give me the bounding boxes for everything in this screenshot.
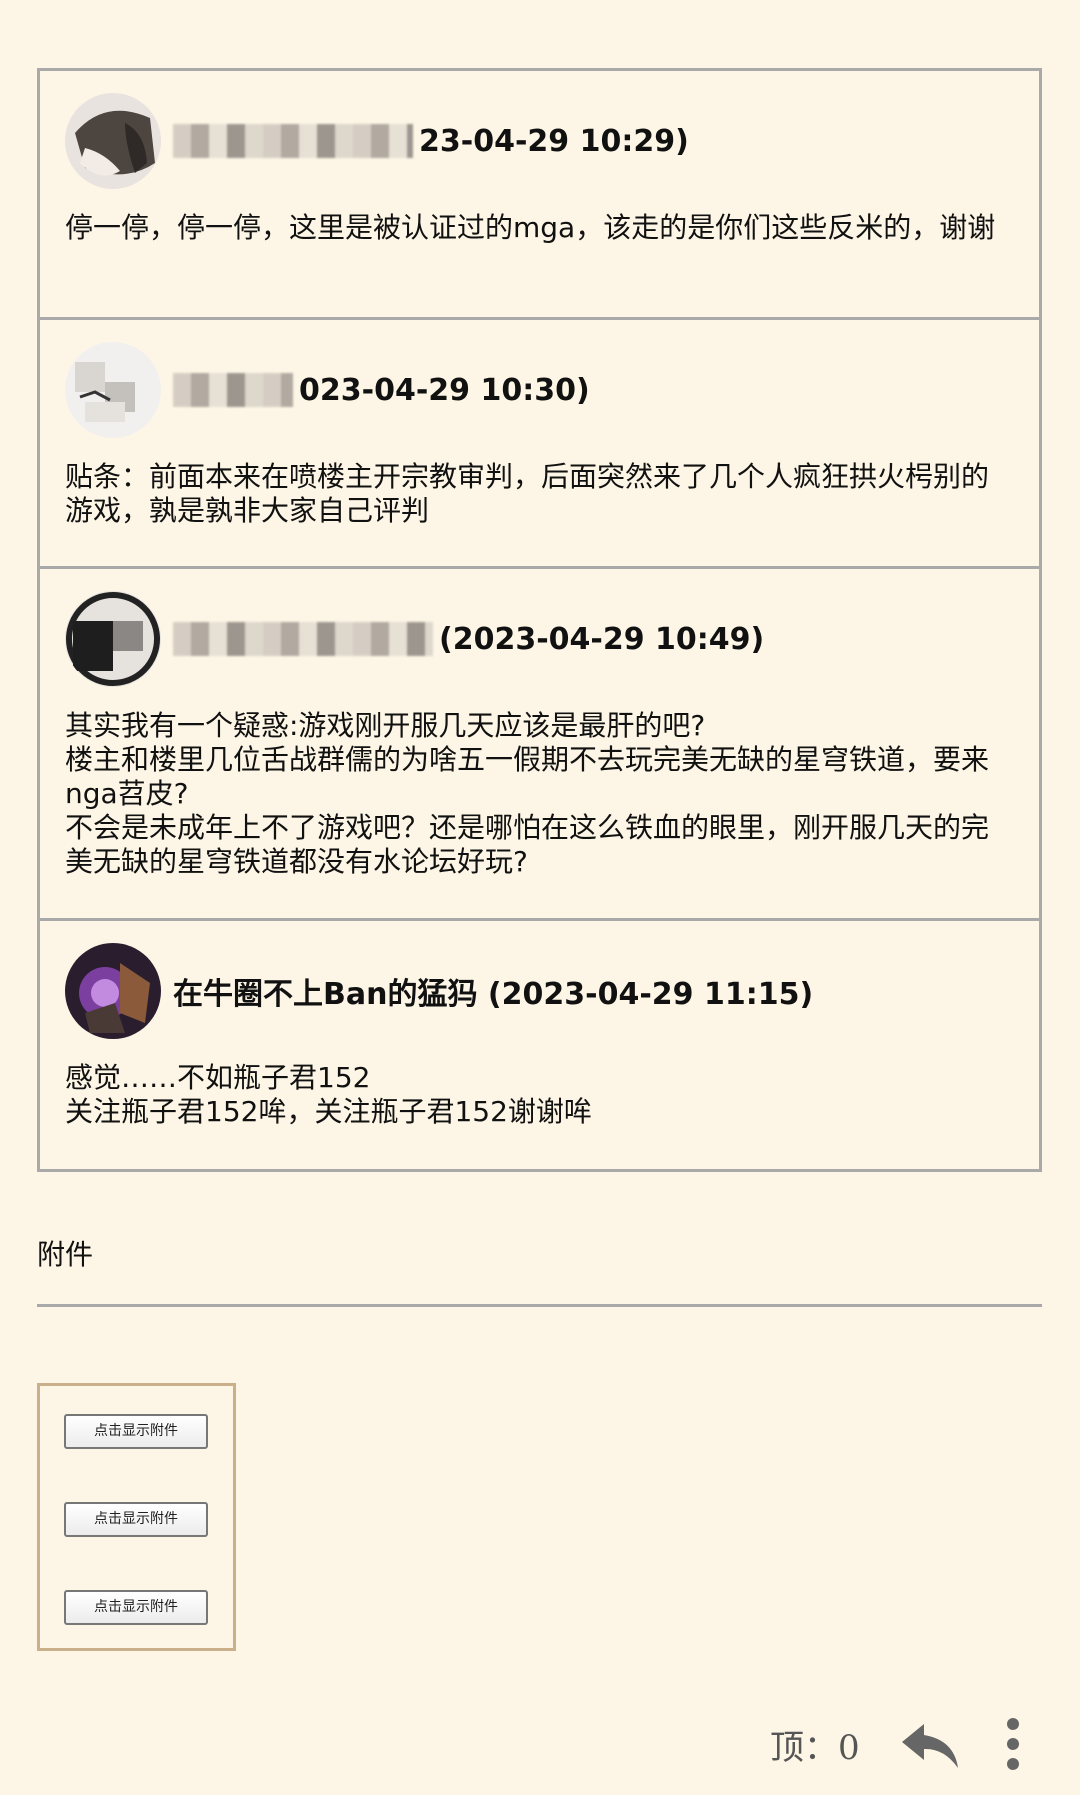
comment-thread: 23-04-29 10:29) 停一停，停一停，这里是被认证过的mga，该走的是…: [37, 68, 1042, 1172]
comment-timestamp: 023-04-29 10:30): [299, 372, 590, 408]
comment-meta: 023-04-29 10:30): [173, 373, 590, 408]
comment-body: 贴条：前面本来在喷楼主开宗教审判，后面突然来了几个人疯狂拱火枵别的游戏，孰是孰非…: [65, 460, 990, 527]
comment-header: 23-04-29 10:29): [65, 71, 1014, 211]
comment-body: 其实我有一个疑惑:游戏刚开服几天应该是最肝的吧? 楼主和楼里几位舌战群儒的为啥五…: [65, 709, 990, 878]
comment-body: 停一停，停一停，这里是被认证过的mga，该走的是你们这些反米的，谢谢: [65, 211, 996, 244]
comment-meta: 在牛圈不上Ban的猛犸 (2023-04-29 11:15): [173, 969, 813, 1013]
redacted-username: [173, 373, 293, 407]
comment-item: 23-04-29 10:29) 停一停，停一停，这里是被认证过的mga，该走的是…: [40, 71, 1039, 320]
show-attachment-button[interactable]: 点击显示附件: [64, 1502, 208, 1537]
comment-header: (2023-04-29 10:49): [65, 569, 1014, 709]
upvote-count[interactable]: 顶：0: [770, 1720, 860, 1769]
show-attachment-button[interactable]: 点击显示附件: [64, 1590, 208, 1625]
bottom-action-bar: 顶：0: [0, 1712, 1080, 1782]
comment-meta: 23-04-29 10:29): [173, 124, 689, 159]
comment-timestamp: (2023-04-29 10:49): [439, 621, 765, 657]
comment-body: 感觉……不如瓶子君152 关注瓶子君152哞，关注瓶子君152谢谢哞: [65, 1061, 592, 1128]
attachments-box: 点击显示附件 点击显示附件 点击显示附件: [37, 1383, 236, 1651]
user-avatar[interactable]: [65, 591, 161, 687]
comment-item: (2023-04-29 10:49) 其实我有一个疑惑:游戏刚开服几天应该是最肝…: [40, 569, 1039, 921]
attachments-divider: [37, 1304, 1042, 1307]
comment-item: 在牛圈不上Ban的猛犸 (2023-04-29 11:15) 感觉……不如瓶子君…: [40, 921, 1039, 1169]
comment-author-timestamp: 在牛圈不上Ban的猛犸 (2023-04-29 11:15): [173, 977, 814, 1012]
user-avatar[interactable]: [65, 342, 161, 438]
more-vertical-icon[interactable]: [1003, 1716, 1023, 1772]
attachments-title: 附件: [37, 1238, 94, 1271]
comment-timestamp: 23-04-29 10:29): [419, 123, 689, 159]
user-avatar[interactable]: [65, 943, 161, 1039]
comment-header: 在牛圈不上Ban的猛犸 (2023-04-29 11:15): [65, 921, 1014, 1061]
comment-item: 023-04-29 10:30) 贴条：前面本来在喷楼主开宗教审判，后面突然来了…: [40, 320, 1039, 569]
redacted-username: [173, 124, 413, 158]
comment-header: 023-04-29 10:30): [65, 320, 1014, 460]
comment-meta: (2023-04-29 10:49): [173, 622, 764, 657]
redacted-username: [173, 622, 433, 656]
show-attachment-button[interactable]: 点击显示附件: [64, 1414, 208, 1449]
user-avatar[interactable]: [65, 93, 161, 189]
reply-icon[interactable]: [900, 1720, 962, 1772]
post-page: 23-04-29 10:29) 停一停，停一停，这里是被认证过的mga，该走的是…: [0, 0, 1080, 1795]
